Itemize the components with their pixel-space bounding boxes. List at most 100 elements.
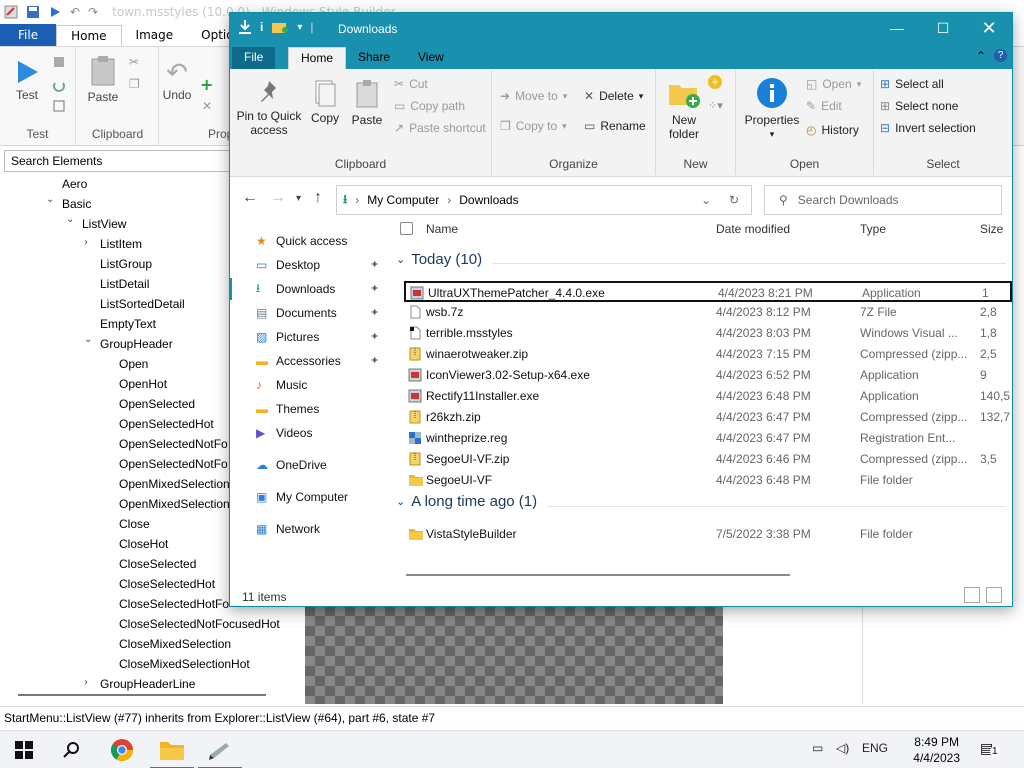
tree-node[interactable]: Basic (62, 197, 91, 211)
recent-locations-icon[interactable]: ▾ (296, 193, 301, 204)
nav-item-quick-access[interactable]: ★ Quick access (256, 231, 347, 251)
tree-node[interactable]: Aero (62, 177, 87, 191)
tree-node[interactable]: CloseSelectedNotFocusedHot (119, 617, 280, 631)
copy-icon[interactable]: ❐ (129, 77, 140, 91)
search-input[interactable]: ⚲ Search Downloads (764, 185, 1002, 215)
chevron-down-icon[interactable]: ⌄ (46, 194, 54, 205)
paste-shortcut-button[interactable]: ↗ Paste shortcut (394, 121, 486, 135)
undo-icon[interactable]: ↶ (70, 5, 80, 19)
tab-file[interactable]: File (232, 47, 276, 69)
nav-item-pictures[interactable]: ▨ Pictures (256, 327, 319, 347)
pin-icon[interactable]: ✦ (370, 306, 379, 319)
breadcrumb-my-computer[interactable]: My Computer (367, 193, 439, 207)
tree-node[interactable]: ListGroup (100, 257, 152, 271)
search-elements-input[interactable]: Search Elements (4, 150, 234, 172)
address-dropdown-icon[interactable]: ⌄ (701, 193, 711, 207)
chevron-down-icon[interactable]: ⌄ (66, 214, 74, 225)
copy-button[interactable]: Copy (310, 79, 340, 125)
tree-node[interactable]: OpenMixedSelection (119, 477, 230, 491)
undo-button[interactable]: ↶ Undo (160, 57, 194, 102)
tree-node[interactable]: OpenSelected (119, 397, 195, 411)
cut-button[interactable]: ✂ Cut (394, 77, 428, 91)
tab-image[interactable]: Image (122, 25, 188, 45)
qat-dropdown-icon[interactable]: ▾ (297, 22, 302, 33)
tab-file[interactable]: File (0, 24, 57, 46)
tree-node[interactable]: CloseSelected (119, 557, 196, 571)
copy-to-button[interactable]: ❐ Copy to ▾ (500, 119, 567, 133)
file-row[interactable]: wsb.7z 4/4/2023 8:12 PM 7Z File 2,8 (404, 302, 1012, 323)
group-today[interactable]: ⌄ Today (10) (396, 251, 482, 268)
column-date-modified[interactable]: Date modified (716, 222, 790, 242)
delete-button[interactable]: ✕ Delete ▾ (584, 89, 643, 103)
properties-button[interactable]: Properties ▾ (742, 77, 802, 141)
start-button[interactable] (0, 731, 48, 768)
pin-icon[interactable]: ✦ (370, 282, 379, 295)
new-item-icon[interactable]: + (708, 75, 722, 89)
tree-node[interactable]: OpenSelectedNotFo (119, 437, 228, 451)
tab-share[interactable]: Share (346, 47, 402, 69)
tree-node[interactable]: CloseSelectedHot (119, 577, 215, 591)
tree-node[interactable]: OpenHot (119, 377, 167, 391)
search-button[interactable] (48, 731, 96, 768)
file-row[interactable]: r26kzh.zip 4/4/2023 6:47 PM Compressed (zi… (404, 407, 1012, 428)
tree-node[interactable]: GroupHeader (100, 337, 173, 351)
easy-access-icon[interactable]: ⁘▾ (708, 99, 723, 112)
forward-icon[interactable]: → (270, 189, 286, 207)
redo-icon[interactable]: ↷ (88, 5, 98, 19)
chrome-button[interactable] (98, 731, 146, 768)
add-icon[interactable]: + (200, 75, 213, 94)
tree-node[interactable]: CloseSelectedHotFo (119, 597, 229, 611)
tree-node[interactable]: OpenMixedSelection (119, 497, 230, 511)
select-all-checkbox[interactable] (400, 222, 413, 235)
explorer-window[interactable]: i ▾ | Downloads — ☐ ✕ File Home Share Vi… (229, 12, 1013, 607)
nav-item-network[interactable]: ▦ Network (256, 519, 320, 539)
nav-item-onedrive[interactable]: ☁ OneDrive (256, 455, 327, 475)
file-row[interactable]: UltraUXThemePatcher_4.4.0.exe 4/4/2023 8:… (404, 281, 1012, 302)
cut-icon[interactable]: ✂ (129, 55, 139, 69)
nav-item-accessories[interactable]: ▬ Accessories (256, 351, 341, 371)
tree-node[interactable]: OpenSelectedNotFo (119, 457, 228, 471)
title-bar[interactable]: i ▾ | Downloads — ☐ ✕ (230, 13, 1012, 45)
chevron-down-icon[interactable]: ⌄ (84, 334, 92, 345)
close-button[interactable]: ✕ (966, 13, 1012, 45)
language-indicator[interactable]: ENG (862, 741, 888, 755)
tree-node[interactable]: CloseMixedSelection (119, 637, 231, 651)
nav-item-desktop[interactable]: ▭ Desktop (256, 255, 320, 275)
file-row[interactable]: Rectify11Installer.exe 4/4/2023 6:48 PM Ap… (404, 386, 1012, 407)
copy-path-button[interactable]: ▭ Copy path (394, 99, 465, 113)
new-folder-qat-icon[interactable] (271, 20, 289, 34)
network-icon[interactable]: ▭ (812, 741, 823, 755)
file-row[interactable]: IconViewer3.02-Setup-x64.exe 4/4/2023 6:5… (404, 365, 1012, 386)
clock[interactable]: 8:49 PM 4/4/2023 (913, 734, 960, 766)
move-to-button[interactable]: ➜ Move to ▾ (500, 89, 567, 103)
chevron-right-icon[interactable]: › (84, 677, 88, 688)
edit-button[interactable]: ✎ Edit (806, 99, 842, 113)
tree-node[interactable]: Close (119, 517, 150, 531)
tree-node[interactable]: CloseMixedSelectionHot (119, 657, 250, 671)
collapse-ribbon-icon[interactable]: ⌃ (976, 49, 986, 63)
tree-node[interactable]: ListSortedDetail (100, 297, 185, 311)
nav-item-documents[interactable]: ▤ Documents (256, 303, 337, 323)
save-icon[interactable] (26, 5, 40, 19)
file-row[interactable]: winaerotweaker.zip 4/4/2023 7:15 PM Compre… (404, 344, 1012, 365)
breadcrumb-downloads[interactable]: Downloads (459, 193, 518, 207)
paste-button[interactable]: Paste (85, 55, 121, 104)
nav-item-themes[interactable]: ▬ Themes (256, 399, 319, 419)
pin-icon[interactable]: ✦ (370, 258, 379, 271)
history-button[interactable]: ◴ History (806, 123, 859, 137)
rename-button[interactable]: ▭ Rename (584, 119, 646, 133)
tree-scrollbar[interactable] (18, 694, 266, 696)
new-folder-button[interactable]: New folder (662, 79, 706, 141)
column-type[interactable]: Type (860, 222, 886, 242)
horizontal-scrollbar[interactable] (406, 574, 790, 576)
chevron-right-icon[interactable]: › (84, 237, 88, 248)
run-icon[interactable] (48, 5, 62, 19)
tree-node[interactable]: Open (119, 357, 148, 371)
select-none-button[interactable]: ⊞ Select none (880, 99, 958, 113)
pin-icon[interactable]: ✦ (370, 330, 379, 343)
back-icon[interactable]: ← (242, 189, 258, 207)
file-row[interactable]: SegoeUI-VF 4/4/2023 6:48 PM File folder (404, 470, 1012, 491)
tab-view[interactable]: View (406, 47, 456, 69)
open-button[interactable]: ◱ Open ▾ (806, 77, 861, 91)
pin-quick-access-button[interactable]: Pin to Quick access (234, 79, 304, 137)
